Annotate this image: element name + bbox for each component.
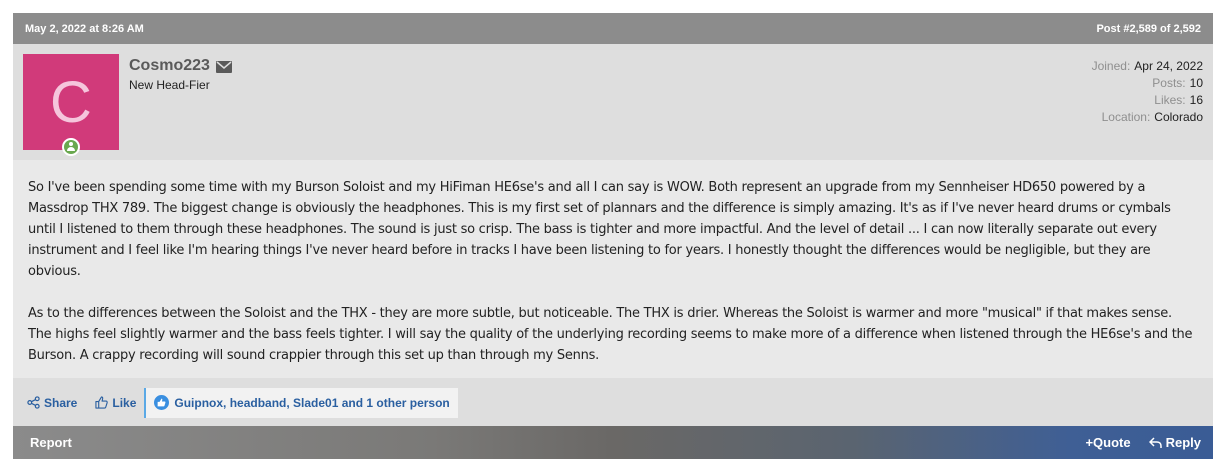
stat-likes: Likes: 16 (1154, 93, 1203, 107)
quote-button[interactable]: +Quote (1085, 435, 1130, 450)
username-row: Cosmo223 (129, 57, 232, 75)
online-status-icon (62, 138, 80, 156)
forum-post: May 2, 2022 at 8:26 AM Post #2,589 of 2,… (13, 13, 1213, 459)
mail-icon[interactable] (215, 60, 232, 73)
share-icon (27, 396, 40, 409)
reply-label: Reply (1165, 435, 1201, 450)
avatar-letter: C (50, 69, 92, 135)
stat-joined: Joined: Apr 24, 2022 (1091, 59, 1203, 73)
stat-location: Location: Colorado (1101, 110, 1203, 124)
user-title: New Head-Fier (129, 78, 210, 92)
like-button[interactable]: Like (95, 396, 136, 410)
reply-button[interactable]: Reply (1148, 435, 1201, 450)
share-label: Share (44, 395, 78, 410)
post-date[interactable]: May 2, 2022 at 8:26 AM (25, 23, 144, 35)
reply-icon (1148, 436, 1162, 448)
user-block: C Cosmo223 New Head-Fier Joined: Apr 24, … (13, 44, 1213, 160)
post-header: May 2, 2022 at 8:26 AM Post #2,589 of 2,… (13, 13, 1213, 44)
reactions-text[interactable]: Guipnox, headband, Slade01 and 1 other p… (174, 396, 449, 410)
like-reaction-icon (154, 395, 170, 410)
post-number[interactable]: Post #2,589 of 2,592 (1096, 23, 1201, 35)
user-stats: Joined: Apr 24, 2022 Posts: 10 Likes: 16 Lo… (1092, 58, 1203, 126)
post-actions: Share Like Guipnox, headband, Slade01 an… (13, 378, 1213, 427)
avatar[interactable]: C (23, 54, 119, 150)
footer-actions: +Quote Reply (1085, 435, 1201, 450)
reactions-bar[interactable]: Guipnox, headband, Slade01 and 1 other p… (144, 387, 458, 418)
post-paragraph: So I've been spending some time with my … (28, 180, 1171, 279)
post-content: So I've been spending some time with my … (13, 160, 1213, 378)
report-button[interactable]: Report (30, 435, 72, 450)
post-footer: Report +Quote Reply (13, 426, 1213, 459)
thumbs-up-icon (95, 396, 109, 409)
post-paragraph: As to the differences between the Solois… (28, 306, 1193, 363)
stat-posts: Posts: 10 (1152, 76, 1203, 90)
share-button[interactable]: Share (27, 396, 77, 410)
username[interactable]: Cosmo223 (129, 57, 210, 75)
like-label: Like (112, 395, 137, 410)
